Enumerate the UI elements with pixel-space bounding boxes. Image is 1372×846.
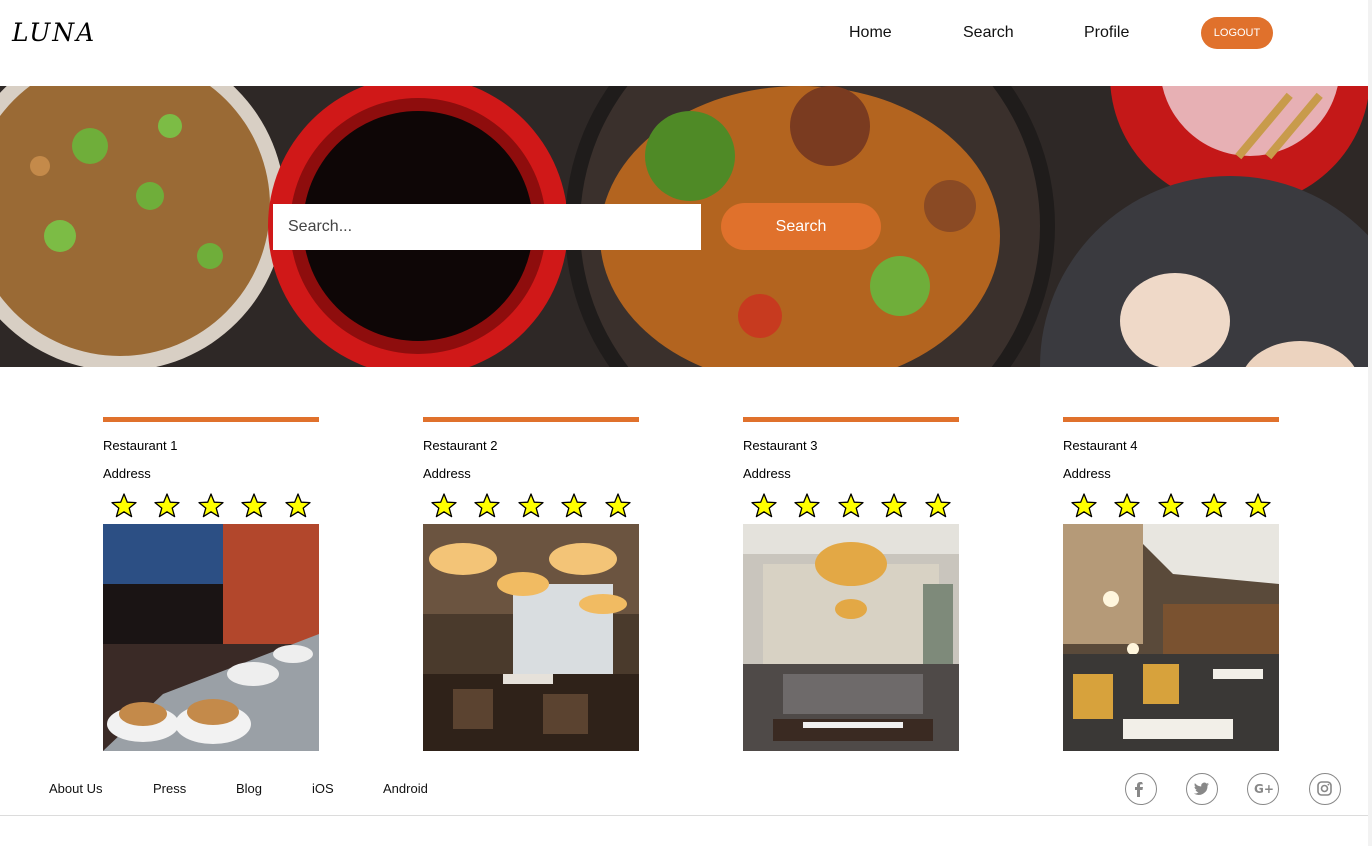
star-icon <box>1114 493 1140 518</box>
star-icon <box>838 493 864 518</box>
star-icon <box>881 493 907 518</box>
restaurant-card[interactable]: Restaurant 1 Address <box>103 417 319 751</box>
star-icon <box>925 493 951 518</box>
top-header: LUNA Home Search Profile LOGOUT <box>0 0 1372 86</box>
star-icon <box>561 493 587 518</box>
logo[interactable]: LUNA <box>12 18 96 47</box>
restaurant-address: Address <box>103 466 151 481</box>
restaurant-name[interactable]: Restaurant 4 <box>1063 438 1279 454</box>
star-icon <box>1158 493 1184 518</box>
star-icon <box>794 493 820 518</box>
google-plus-icon[interactable]: G+ <box>1247 773 1279 805</box>
hero-banner: Search <box>0 86 1368 367</box>
rating-stars <box>103 492 319 524</box>
card-accent-bar <box>103 417 319 422</box>
nav-profile-link[interactable]: Profile <box>1084 24 1129 42</box>
restaurant-card[interactable]: Restaurant 3 Address <box>743 417 959 751</box>
star-icon <box>198 493 224 518</box>
search-input[interactable] <box>273 204 701 250</box>
rating-stars <box>423 492 639 524</box>
rating-stars <box>743 492 959 524</box>
nav-home-link[interactable]: Home <box>849 24 892 42</box>
card-accent-bar <box>1063 417 1279 422</box>
footer-divider <box>0 815 1372 816</box>
restaurant-address: Address <box>743 466 791 481</box>
restaurant-name[interactable]: Restaurant 3 <box>743 438 959 454</box>
card-accent-bar <box>423 417 639 422</box>
restaurant-photo[interactable] <box>103 524 319 751</box>
star-icon <box>751 493 777 518</box>
rating-stars <box>1063 492 1279 524</box>
star-icon <box>1245 493 1271 518</box>
twitter-icon[interactable] <box>1186 773 1218 805</box>
instagram-icon[interactable] <box>1309 773 1341 805</box>
svg-text:G+: G+ <box>1254 782 1274 796</box>
restaurant-photo[interactable] <box>423 524 639 751</box>
star-icon <box>1201 493 1227 518</box>
star-icon <box>518 493 544 518</box>
restaurant-card[interactable]: Restaurant 4 Address <box>1063 417 1279 751</box>
star-icon <box>111 493 137 518</box>
footer-link-ios[interactable]: iOS <box>312 781 334 796</box>
star-icon <box>154 493 180 518</box>
nav-search-link[interactable]: Search <box>963 24 1014 42</box>
star-icon <box>474 493 500 518</box>
star-icon <box>241 493 267 518</box>
footer-link-about[interactable]: About Us <box>49 781 102 796</box>
footer-link-android[interactable]: Android <box>383 781 428 796</box>
restaurant-card[interactable]: Restaurant 2 Address <box>423 417 639 751</box>
restaurant-name[interactable]: Restaurant 2 <box>423 438 639 454</box>
logout-button[interactable]: LOGOUT <box>1201 17 1273 49</box>
facebook-icon[interactable] <box>1125 773 1157 805</box>
page-scrollbar[interactable] <box>1368 0 1372 846</box>
restaurant-name[interactable]: Restaurant 1 <box>103 438 319 454</box>
restaurant-photo[interactable] <box>1063 524 1279 751</box>
search-button[interactable]: Search <box>721 203 881 250</box>
restaurant-address: Address <box>1063 466 1111 481</box>
star-icon <box>1071 493 1097 518</box>
star-icon <box>605 493 631 518</box>
footer-link-press[interactable]: Press <box>153 781 186 796</box>
restaurant-photo[interactable] <box>743 524 959 751</box>
footer-link-blog[interactable]: Blog <box>236 781 262 796</box>
restaurant-address: Address <box>423 466 471 481</box>
star-icon <box>285 493 311 518</box>
star-icon <box>431 493 457 518</box>
card-accent-bar <box>743 417 959 422</box>
